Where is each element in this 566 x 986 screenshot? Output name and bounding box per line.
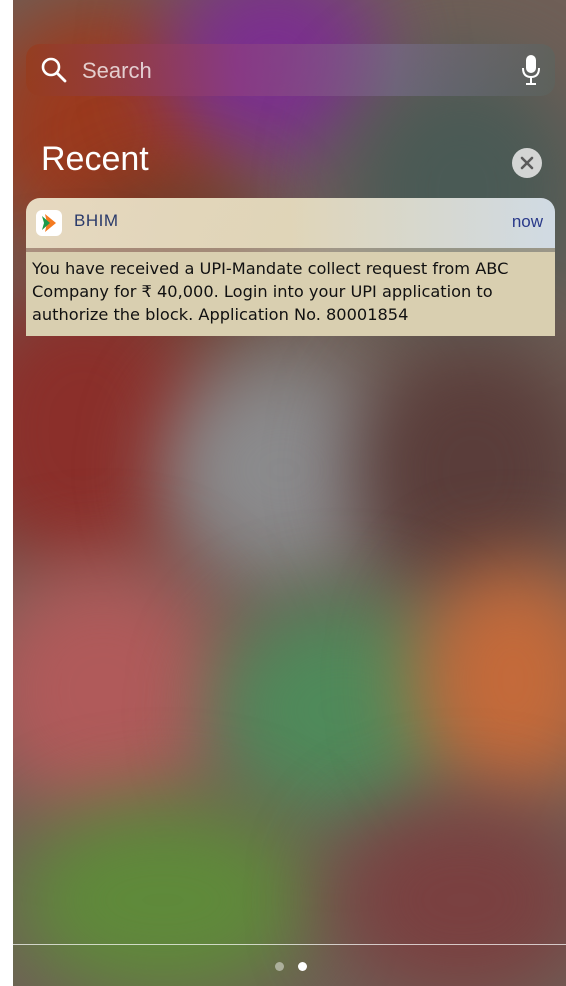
wallpaper-blur: [333, 800, 566, 986]
page-dot: [275, 962, 284, 971]
microphone-icon[interactable]: [521, 54, 541, 86]
section-title: Recent: [41, 140, 149, 178]
notification-time: now: [511, 212, 543, 231]
dock-divider: [13, 944, 566, 945]
search-bar[interactable]: [26, 44, 555, 98]
notification-header[interactable]: BHIM now: [26, 198, 555, 248]
search-icon: [41, 57, 67, 83]
page-indicator[interactable]: [275, 962, 315, 974]
close-icon: [520, 156, 534, 170]
clear-notifications-button[interactable]: [512, 148, 542, 178]
wallpaper-blur: [353, 340, 566, 600]
notification-message[interactable]: You have received a UPI-Mandate collect …: [26, 252, 555, 336]
phone-screen: Recent BHIM now You have received a UPI-…: [13, 0, 566, 986]
notification-app-name: BHIM: [74, 211, 119, 230]
page-dot-current: [298, 962, 307, 971]
search-input[interactable]: [80, 44, 484, 98]
bhim-logo-icon: [36, 210, 62, 236]
wallpaper-blur: [13, 800, 313, 986]
wallpaper-blur: [13, 560, 233, 820]
